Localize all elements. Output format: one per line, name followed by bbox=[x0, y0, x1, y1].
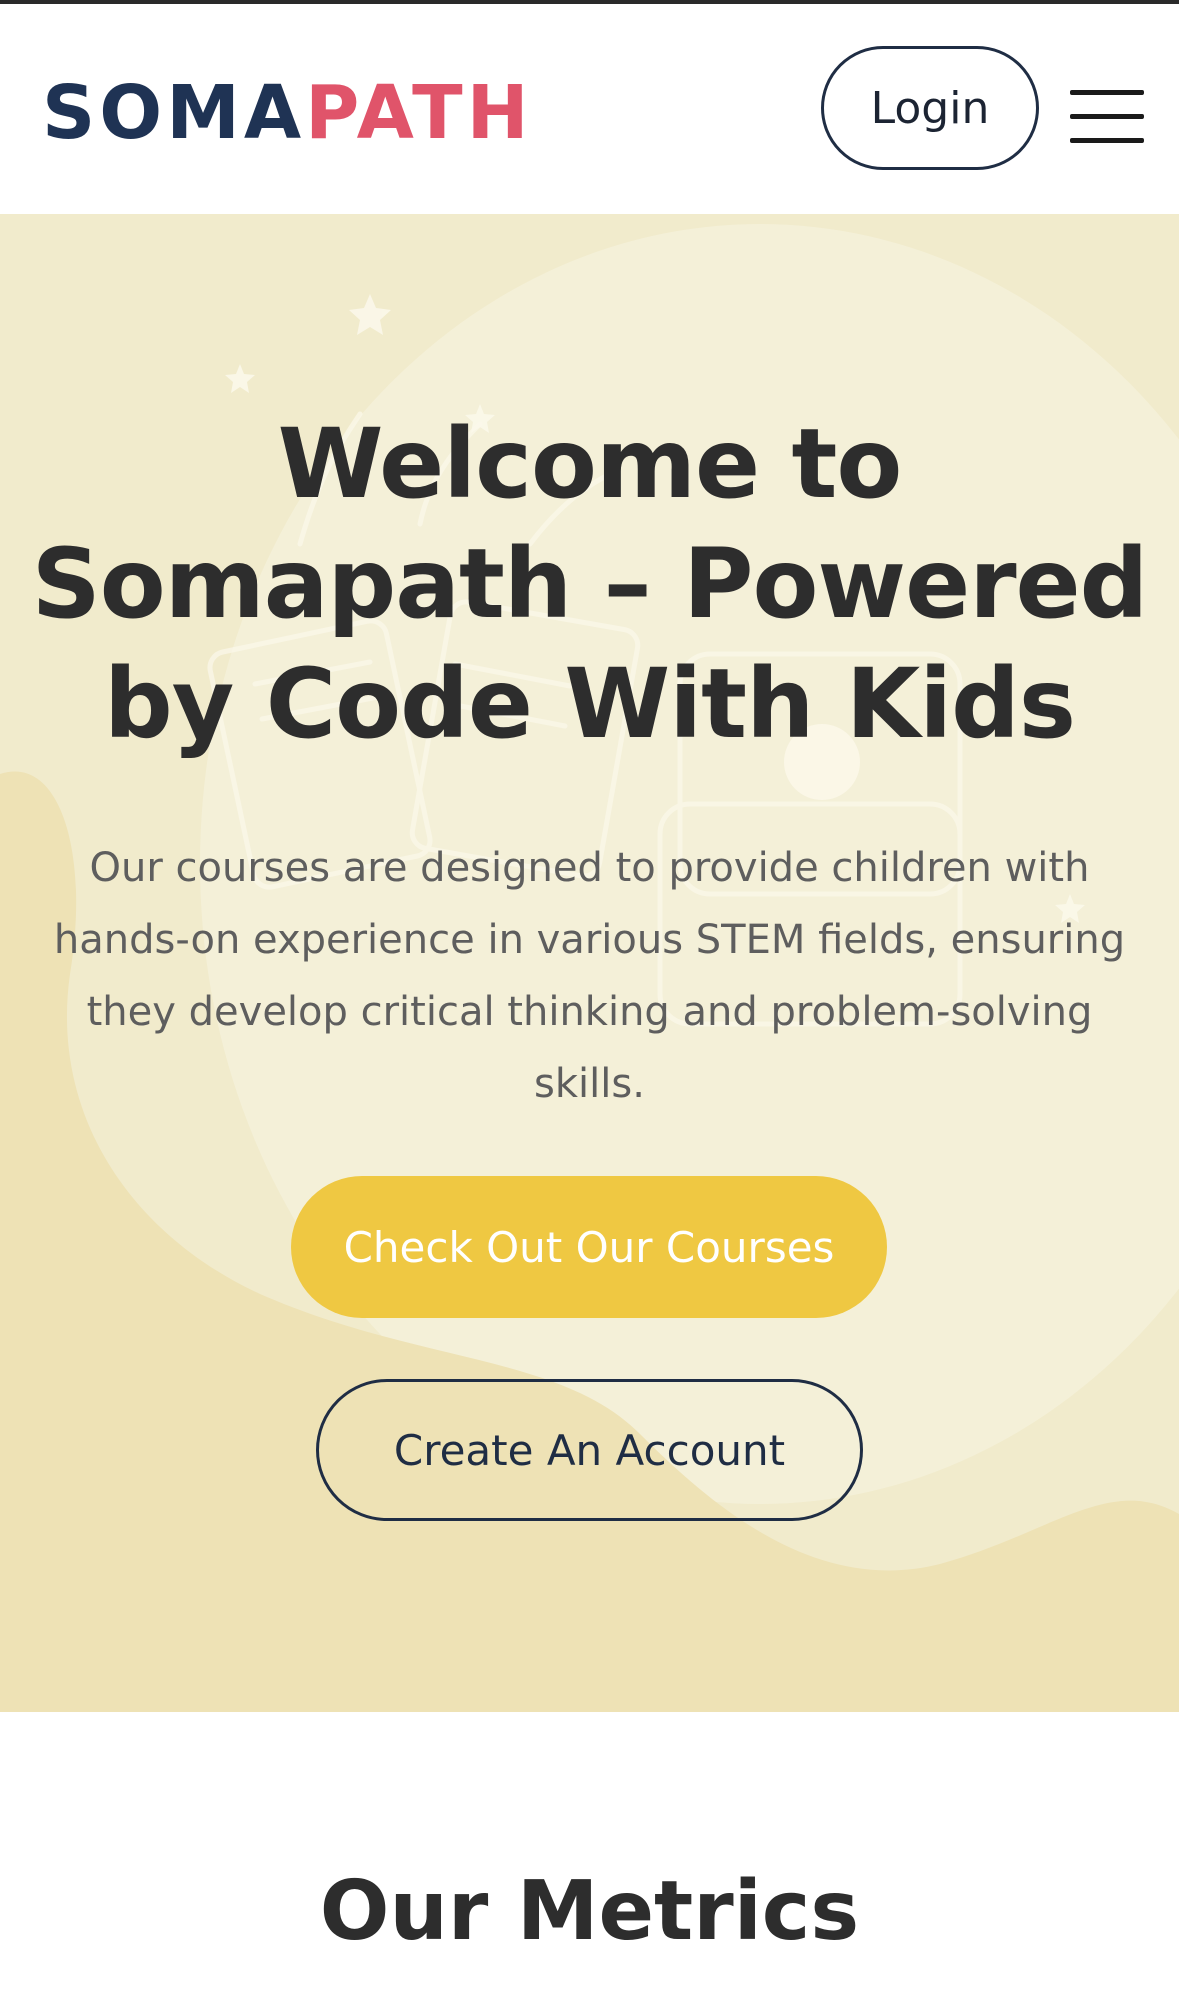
login-button[interactable]: Login bbox=[821, 46, 1039, 170]
metrics-section-title: Our Metrics bbox=[319, 1864, 860, 1959]
check-out-courses-button[interactable]: Check Out Our Courses bbox=[291, 1176, 887, 1318]
menu-line-middle bbox=[1070, 114, 1144, 119]
hero-section: Welcome to Somapath – Powered by Code Wi… bbox=[0, 214, 1179, 1712]
logo-text-soma: SOMA bbox=[42, 70, 306, 156]
menu-line-top bbox=[1070, 90, 1144, 95]
menu-line-bottom bbox=[1070, 138, 1144, 143]
logo-text-path: PATH bbox=[305, 70, 533, 156]
create-account-button[interactable]: Create An Account bbox=[316, 1379, 863, 1521]
hero-description: Our courses are designed to provide chil… bbox=[53, 845, 1126, 1107]
site-header: SOMA PATH Login bbox=[0, 4, 1179, 214]
site-logo[interactable]: SOMA PATH bbox=[42, 68, 533, 158]
hero-title: Welcome to Somapath – Powered by Code Wi… bbox=[31, 408, 1149, 760]
hamburger-menu-icon[interactable] bbox=[1070, 90, 1144, 144]
